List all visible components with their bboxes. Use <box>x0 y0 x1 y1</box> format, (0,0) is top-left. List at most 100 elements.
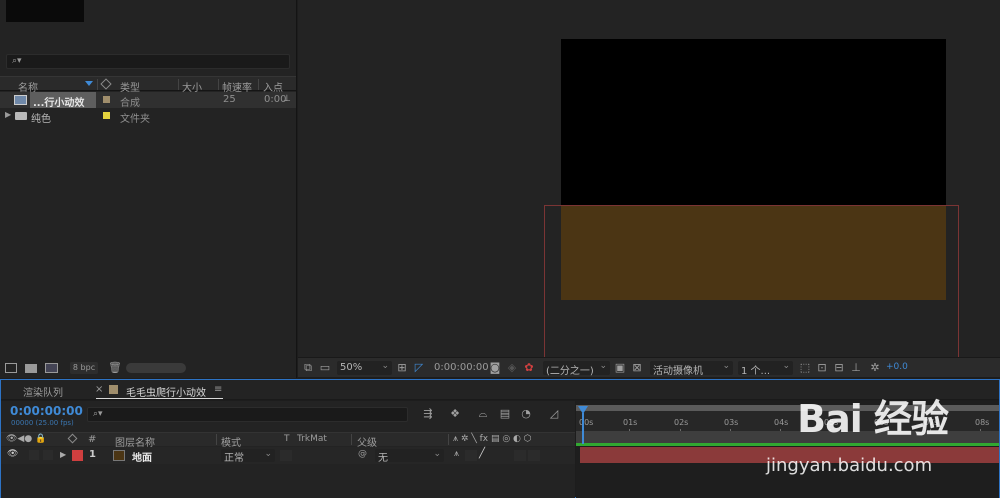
monitor-icon[interactable]: ▭ <box>318 361 332 375</box>
ruler-label: 02s <box>674 418 689 427</box>
timeline-search-input[interactable]: ⌕▾ <box>87 407 408 422</box>
quality-switch-icon[interactable]: ╱ <box>479 448 485 459</box>
cache-indicator <box>576 443 999 446</box>
comp-mini-flowchart-icon[interactable]: ⇶ <box>421 407 435 421</box>
views-dropdown[interactable]: 1 个... ⌄ <box>738 361 793 377</box>
frame-blending-icon[interactable]: ▤ <box>498 407 512 421</box>
search-icon: ⌕▾ <box>12 56 22 66</box>
tab-composition[interactable]: 毛毛虫爬行小动效 <box>126 384 206 399</box>
sort-arrow-icon[interactable] <box>85 81 93 86</box>
project-search-input[interactable]: ⌕▾ <box>6 54 290 69</box>
project-item-folder[interactable]: ▶ 纯色 文件夹 <box>0 108 296 125</box>
composition-icon <box>14 95 27 105</box>
project-panel: ⌕▾ 名称 类型 大小 帧速率 入点 ...行小动效 合成 25 0:00 ⊥ … <box>0 0 297 378</box>
watermark-url: jingyan.baidu.com <box>766 455 933 476</box>
column-t: T <box>284 434 290 444</box>
new-folder-icon[interactable] <box>25 364 37 373</box>
color-channels-icon[interactable]: ✿ <box>522 361 536 375</box>
region-of-interest-icon[interactable]: ⊟ <box>832 361 846 375</box>
chevron-down-icon: ⌄ <box>381 361 389 371</box>
parent-dropdown[interactable]: 无 ⌄ <box>375 449 444 464</box>
timeline-timecode[interactable]: 0:00:00:00 <box>10 404 83 418</box>
zoom-dropdown[interactable]: 50% ⌄ <box>337 361 392 375</box>
graph-editor-icon[interactable]: ◿ <box>547 407 561 421</box>
ruler-label: 08s <box>975 418 990 427</box>
folder-icon <box>15 112 27 120</box>
layer-label-swatch[interactable] <box>72 450 83 461</box>
label-color-swatch[interactable] <box>103 96 110 103</box>
blend-mode-dropdown[interactable]: 正常 ⌄ <box>221 449 275 464</box>
timeline-layer-panel: 0:00:00:00 00000 (25.00 fps) ⌕▾ ⇶ ❖ ⌓ ▤ … <box>1 401 575 498</box>
eye-icon[interactable]: 👁 <box>7 449 18 459</box>
layer-switches-icons: ⩚ ✲ ╲ fx ▤ ◎ ◐ ⬡ <box>453 434 532 444</box>
project-item-type: 合成 <box>120 98 140 109</box>
trash-icon[interactable]: 🗑 <box>108 361 122 374</box>
shy-layers-icon[interactable]: ⌓ <box>476 407 490 421</box>
viewer-toolbar: ⧉ ▭ 50% ⌄ ⊞ ◸ 0:00:00:00 ◙ ◈ ✿ (二分之一) ⌄ ▣ … <box>298 357 1000 377</box>
draft-3d-icon[interactable]: ❖ <box>448 407 462 421</box>
project-column-header: 名称 类型 大小 帧速率 入点 <box>0 76 296 94</box>
comp-background <box>561 39 946 206</box>
chevron-down-icon: ⌄ <box>433 449 441 459</box>
ruler-label: 01s <box>623 418 638 427</box>
chevron-down-icon: ⌄ <box>264 449 272 459</box>
collapse-switch[interactable] <box>465 450 477 461</box>
viewer-timecode[interactable]: 0:00:00:00 <box>431 361 491 375</box>
panel-menu-icon[interactable]: ≡ <box>214 384 222 395</box>
motion-blur-icon[interactable]: ◔ <box>519 407 533 421</box>
layer-row[interactable]: 👁 ▶ 1 地面 正常 ⌄ @ 无 ⌄ ⩚ ╱ <box>1 447 575 464</box>
flowchart-icon[interactable]: ⊥ <box>849 361 863 375</box>
new-composition-icon[interactable] <box>45 363 58 373</box>
region-icon[interactable]: ◸ <box>412 361 426 375</box>
crop-icon[interactable]: ⊞ <box>395 361 409 375</box>
ruler-label: 03s <box>724 418 739 427</box>
label-tag-icon[interactable] <box>100 78 112 90</box>
project-item-name[interactable]: 纯色 <box>31 110 51 125</box>
bpc-button[interactable]: 8 bpc <box>70 362 98 374</box>
preserve-transparency-toggle[interactable] <box>280 450 292 461</box>
flowchart-icon[interactable]: ⊥ <box>283 94 291 104</box>
column-index: # <box>88 434 97 445</box>
expand-triangle-icon[interactable]: ▶ <box>5 110 11 119</box>
watermark-logo: Bai 经验 <box>797 397 949 441</box>
resolution-dropdown[interactable]: (二分之一) ⌄ <box>543 361 610 377</box>
pick-whip-icon[interactable]: @ <box>358 449 367 459</box>
search-icon: ⌕▾ <box>93 409 103 419</box>
toggle-pixel-icon[interactable]: ⬚ <box>798 361 812 375</box>
label-tag-icon[interactable] <box>67 433 78 444</box>
composition-viewer <box>298 0 1000 357</box>
show-snapshot-icon[interactable]: ◈ <box>505 361 519 375</box>
reset-exposure-icon[interactable]: ⊡ <box>815 361 829 375</box>
chevron-down-icon: ⌄ <box>782 361 790 371</box>
expand-triangle-icon[interactable]: ▶ <box>60 450 66 459</box>
ruler-label: 04s <box>774 418 789 427</box>
layer-column-header: 👁◀● 🔒 # 图层名称 模式 T TrkMat 父级 ⩚ ✲ ╲ fx ▤ ◎… <box>1 432 575 449</box>
lock-toggle[interactable] <box>43 450 53 460</box>
exposure-icon[interactable]: ✲ <box>868 361 882 375</box>
camera-dropdown[interactable]: 活动摄像机 ⌄ <box>650 361 733 377</box>
horizontal-scrollbar[interactable] <box>126 363 186 373</box>
column-trkmat[interactable]: TrkMat <box>297 434 327 444</box>
audio-toggle[interactable] <box>29 450 39 460</box>
motion-blur-switch[interactable] <box>514 450 526 461</box>
snapshot-camera-icon[interactable]: ◙ <box>488 361 502 375</box>
exposure-value[interactable]: +0.0 <box>886 362 908 372</box>
interpret-footage-icon[interactable] <box>5 363 17 373</box>
fast-preview-icon[interactable]: ▣ <box>613 361 627 375</box>
layer-name[interactable]: 地面 <box>132 449 152 464</box>
project-item-composition[interactable]: ...行小动效 合成 25 0:00 ⊥ <box>0 92 296 109</box>
project-item-name[interactable]: ...行小动效 <box>30 92 96 109</box>
tab-render-queue[interactable]: 渲染队列 <box>23 384 63 399</box>
comp-label-swatch <box>109 385 118 394</box>
comp-thumbnail <box>6 0 84 22</box>
close-icon[interactable]: × <box>95 384 103 395</box>
solid-layer-icon <box>113 450 125 461</box>
label-color-swatch[interactable] <box>103 112 110 119</box>
shy-switch-icon[interactable]: ⩚ <box>454 449 459 459</box>
adjustment-layer-switch[interactable] <box>528 450 540 461</box>
chevron-down-icon: ⌄ <box>722 361 730 371</box>
current-time-indicator[interactable] <box>582 413 584 444</box>
transparency-grid-icon[interactable]: ⊠ <box>630 361 644 375</box>
always-preview-icon[interactable]: ⧉ <box>301 361 315 375</box>
layer-index: 1 <box>89 449 96 460</box>
